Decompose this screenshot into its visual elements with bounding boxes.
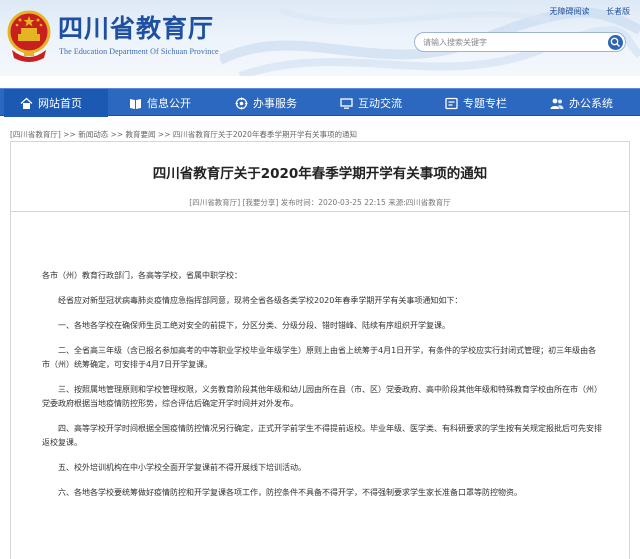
nav-item-service[interactable]: 办事服务 [235,89,297,117]
paragraph: 一、各地各学校在确保师生员工绝对安全的前提下，分区分类、分级分段、错时错峰、陆续… [58,321,450,330]
breadcrumb[interactable]: [四川省教育厅] >> 新闻动态 >> 教育要闻 >> 四川省教育厅关于2020… [10,129,357,140]
paragraph: 五、校外培训机构在中小学校全面开学复课前不得开展线下培训活动。 [58,463,306,472]
nav-item-home[interactable]: 网站首页 [4,89,108,117]
paragraph: 经省应对新型冠状病毒肺炎疫情应急指挥部同意，现将全省各级各类学校2020年春季学… [58,296,463,305]
top-links: 无障碍阅读 长者版 [535,6,630,17]
site-header: 四川省教育厅 The Education Department Of Sichu… [0,0,640,76]
home-icon [20,97,33,109]
accessibility-link[interactable]: 无障碍阅读 [549,7,589,16]
search-box[interactable]: 请输入搜索关键字 [414,32,626,52]
nav-label: 网站首页 [38,97,82,110]
nav-label: 互动交流 [358,97,402,110]
search-button[interactable] [608,35,623,50]
nav-label: 专题专栏 [463,97,507,110]
national-emblem-icon [7,10,51,62]
article-title: 四川省教育厅关于2020年春季学期开学有关事项的通知 [152,166,488,182]
nav-item-info[interactable]: 信息公开 [129,89,191,117]
paragraph: 三、按照属地管理原则和学校管理权限，义务教育阶段其他年级和幼儿园由所在县（市、区… [42,385,602,408]
nav-item-office[interactable]: 办公系统 [550,89,613,117]
site-subtitle: The Education Department Of Sichuan Prov… [59,47,219,56]
nav-label: 办公系统 [569,97,613,110]
monitor-icon [340,97,353,109]
search-icon [610,37,620,47]
topic-icon [445,97,458,109]
paragraph: 六、各地各学校要统筹做好疫情防控和开学复课各项工作，防控条件不具备不得开学，不得… [58,488,522,497]
main-nav: 网站首页 信息公开 办事服务 互动交流 专题专栏 办公系统 [0,88,640,117]
search-input[interactable]: 请输入搜索关键字 [423,37,487,48]
paragraph: 二、全省高三年级（含已报名参加高考的中等职业学校毕业年级学生）原则上由省上统筹于… [42,346,597,369]
nav-item-topics[interactable]: 专题专栏 [445,89,507,117]
user-group-icon [550,98,564,109]
book-icon [130,98,141,109]
salutation: 各市（州）教育行政部门，各高等学校，省属中职学校： [42,271,242,280]
paragraph: 四、高等学校开学时间根据全国疫情防控情况另行确定，正式开学前学生不得提前返校。毕… [42,424,602,447]
nav-item-interaction[interactable]: 互动交流 [340,89,402,117]
nav-label: 信息公开 [147,97,191,110]
service-icon [235,97,248,109]
nav-label: 办事服务 [253,97,297,110]
divider [11,211,629,212]
elder-mode-link[interactable]: 长者版 [606,7,630,16]
article-container: 四川省教育厅关于2020年春季学期开学有关事项的通知 [四川省教育厅] [我要分… [10,141,630,559]
site-title[interactable]: 四川省教育厅 [58,14,214,44]
article-body: 各市（州）教育行政部门，各高等学校，省属中职学校： 经省应对新型冠状病毒肺炎疫情… [42,269,602,511]
article-meta: [四川省教育厅] [我要分享] 发布时间：2020-03-25 22:15 来源… [189,198,451,207]
